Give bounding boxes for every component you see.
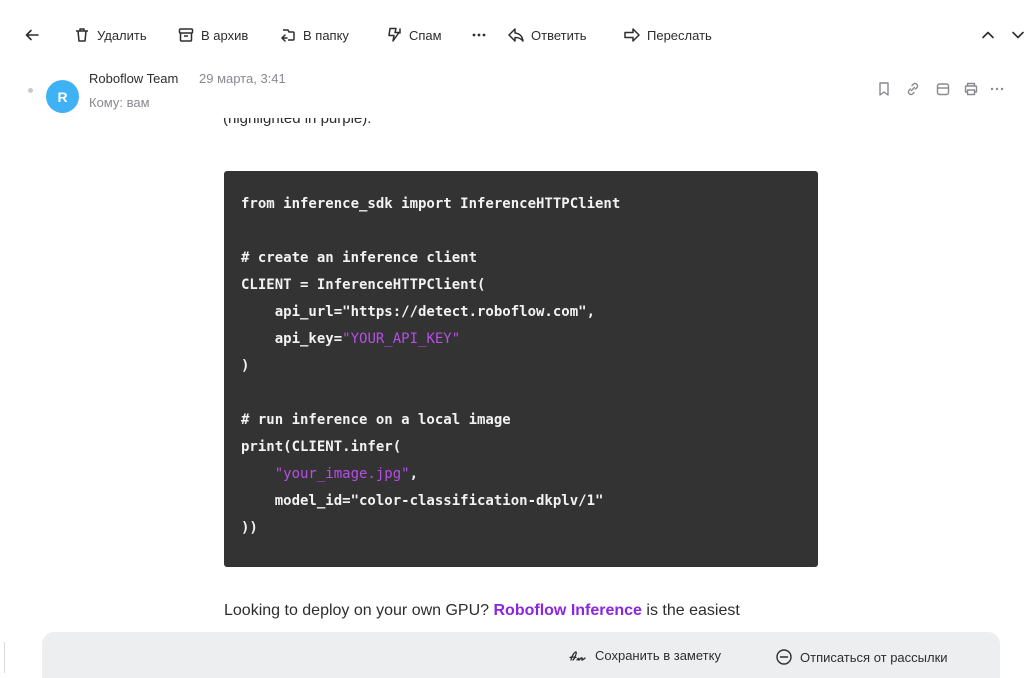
code-line: api_key= — [241, 331, 343, 347]
unsubscribe-button[interactable]: Отписаться от рассылки — [775, 648, 948, 666]
forward-label: Переслать — [647, 27, 712, 43]
copy-link-button[interactable] — [904, 80, 922, 98]
print-icon — [964, 82, 978, 96]
minus-circle-icon — [776, 649, 792, 665]
more-actions-button[interactable] — [470, 22, 488, 48]
folder-icon — [280, 29, 295, 42]
reply-button[interactable]: Ответить — [507, 22, 587, 48]
body-text-cutoff: (highlighted in purple). — [223, 118, 371, 132]
message-date: 29 марта, 3:41 — [199, 71, 286, 86]
code-line: # run inference on a local image — [241, 412, 511, 428]
body-text: Looking to deploy on your own GPU? — [224, 602, 494, 619]
recipient-line[interactable]: Кому: вам — [89, 95, 150, 110]
back-button[interactable] — [24, 22, 40, 48]
bookmark-icon — [879, 82, 889, 96]
code-line: )) — [241, 520, 258, 536]
header-more-button[interactable] — [988, 80, 1006, 98]
divider — [4, 642, 5, 673]
save-to-note-button[interactable]: Сохранить в заметку — [568, 648, 721, 663]
code-line: model_id="color-classification-dkplv/1" — [241, 493, 604, 509]
code-line: CLIENT = InferenceHTTPClient( — [241, 277, 486, 293]
archive-button[interactable]: В архив — [177, 22, 248, 48]
chevron-up-icon — [982, 31, 994, 39]
previous-message-button[interactable] — [980, 22, 996, 48]
code-line: api_url="https://detect.roboflow.com", — [241, 304, 596, 320]
next-message-button[interactable] — [1010, 22, 1026, 48]
link-icon — [907, 82, 919, 96]
spam-label: Спам — [409, 27, 442, 43]
code-line: , — [409, 466, 419, 482]
more-icon — [472, 33, 486, 37]
calendar-button[interactable] — [934, 80, 952, 98]
print-button[interactable] — [962, 80, 980, 98]
body-paragraph: Looking to deploy on your own GPU? Robof… — [224, 602, 740, 620]
archive-label: В архив — [201, 27, 249, 43]
code-text: from inference_sdk import InferenceHTTPC… — [241, 191, 620, 542]
forward-icon — [624, 28, 640, 42]
code-line: # create an inference client — [241, 250, 478, 266]
code-line: from inference_sdk import InferenceHTTPC… — [241, 196, 621, 212]
code-string: "YOUR_API_KEY" — [342, 331, 461, 347]
delete-label: Удалить — [97, 27, 147, 43]
folder-label: В папку — [303, 27, 349, 43]
save-note-label: Сохранить в заметку — [595, 648, 721, 663]
chevron-down-icon — [1012, 31, 1024, 39]
more-icon — [990, 87, 1004, 91]
reply-icon — [508, 28, 524, 42]
move-to-folder-button[interactable]: В папку — [279, 22, 349, 48]
trash-icon — [76, 28, 88, 42]
note-signature-icon — [569, 650, 586, 661]
code-string: "your_image.jpg" — [274, 466, 410, 482]
reply-label: Ответить — [531, 27, 587, 43]
archive-icon — [178, 28, 194, 42]
forward-button[interactable]: Переслать — [623, 22, 712, 48]
bookmark-button[interactable] — [875, 80, 893, 98]
unread-dot[interactable] — [28, 88, 33, 93]
message-footer-bar: Сохранить в заметку Отписаться от рассыл… — [42, 632, 1000, 678]
code-line: ) — [241, 358, 250, 374]
back-arrow-icon — [25, 29, 39, 41]
message-toolbar: Удалить В архив В папку Спам Ответить Пе… — [0, 0, 1030, 70]
sender-name[interactable]: Roboflow Team — [89, 71, 178, 86]
spam-icon — [388, 27, 401, 42]
unsubscribe-label: Отписаться от рассылки — [800, 649, 948, 665]
cutoff-text: (highlighted in purple). — [223, 118, 372, 127]
code-line: print(CLIENT.infer( — [241, 439, 402, 455]
calendar-icon — [936, 83, 950, 96]
spam-button[interactable]: Спам — [385, 22, 442, 48]
roboflow-inference-link[interactable]: Roboflow Inference — [494, 602, 642, 619]
delete-button[interactable]: Удалить — [73, 22, 147, 48]
body-text-continued: is the easiest — [641, 602, 740, 619]
code-block: from inference_sdk import InferenceHTTPC… — [224, 171, 818, 567]
avatar[interactable]: R — [46, 80, 79, 113]
